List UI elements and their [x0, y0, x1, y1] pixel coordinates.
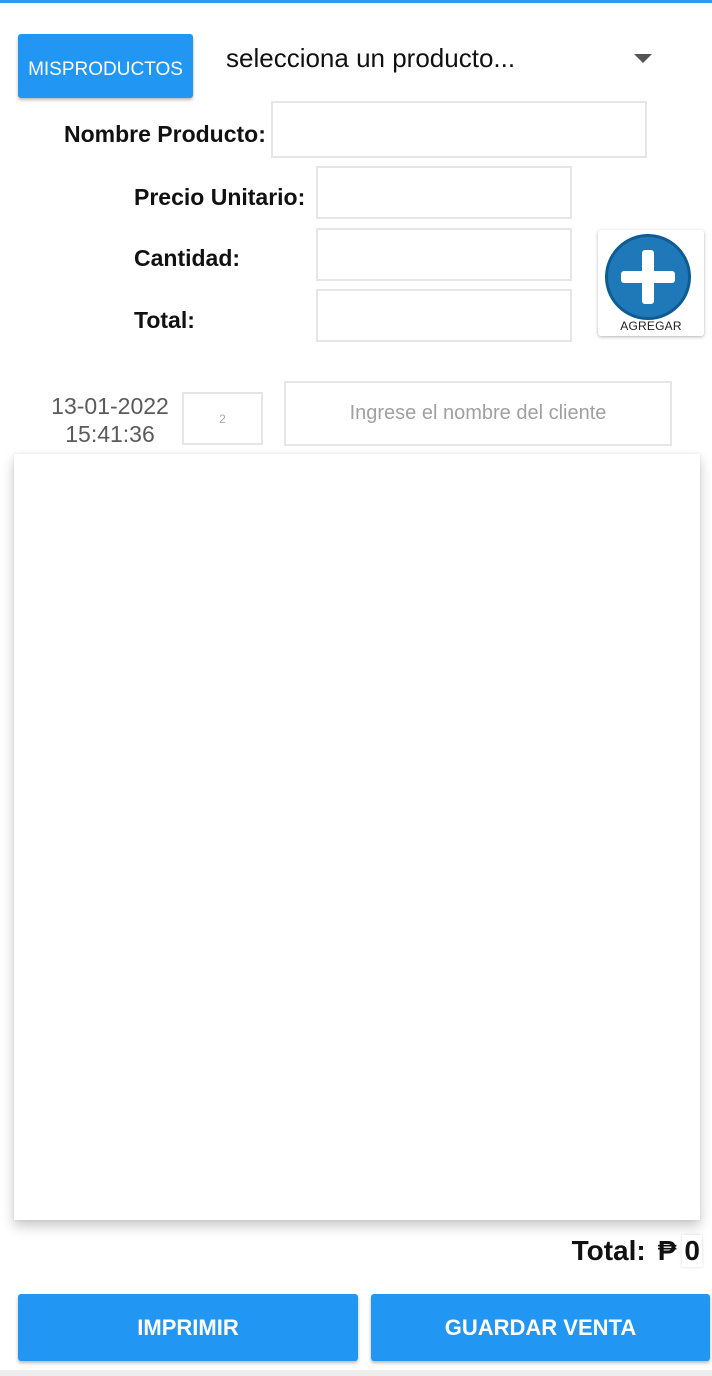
sale-total: Total: ₱ 0 — [572, 1232, 702, 1270]
sale-total-value: 0 — [682, 1235, 702, 1267]
my-products-label-line1: MIS — [28, 58, 62, 80]
top-accent-line — [0, 0, 712, 3]
unit-price-field[interactable] — [316, 166, 572, 219]
sale-datetime: 13-01-2022 15:41:36 — [40, 392, 180, 448]
save-sale-button[interactable]: GUARDAR VENTA — [371, 1294, 710, 1361]
product-selector-value: selecciona un producto... — [226, 42, 516, 73]
line-total-label: Total: — [134, 307, 195, 333]
plus-circle-icon — [605, 234, 691, 320]
sale-date: 13-01-2022 — [51, 393, 169, 419]
bottom-system-bar — [0, 1370, 712, 1376]
currency-symbol: ₱ — [657, 1235, 677, 1266]
sale-number-field[interactable]: 2 — [182, 392, 263, 445]
sale-total-label: Total: — [571, 1235, 646, 1266]
quantity-label: Cantidad: — [134, 245, 241, 271]
add-product-label: AGREGAR — [620, 319, 682, 333]
dropdown-arrow-icon — [634, 53, 652, 63]
product-name-field[interactable] — [271, 101, 647, 158]
line-total-field[interactable] — [316, 289, 572, 342]
unit-price-label: Precio Unitario: — [134, 184, 306, 210]
quantity-field[interactable] — [316, 228, 572, 281]
product-selector[interactable]: selecciona un producto... — [226, 36, 666, 80]
print-button[interactable]: IMPRIMIR — [18, 1294, 358, 1361]
my-products-label-line2: PRODUCTOS — [61, 58, 183, 80]
client-name-input[interactable] — [284, 381, 672, 446]
sale-items-list[interactable] — [14, 454, 700, 1220]
sale-time: 15:41:36 — [65, 421, 155, 447]
add-product-button[interactable]: AGREGAR — [598, 230, 704, 336]
my-products-button[interactable]: MIS PRODUCTOS — [18, 34, 193, 98]
product-name-label: Nombre Producto: — [64, 121, 266, 147]
